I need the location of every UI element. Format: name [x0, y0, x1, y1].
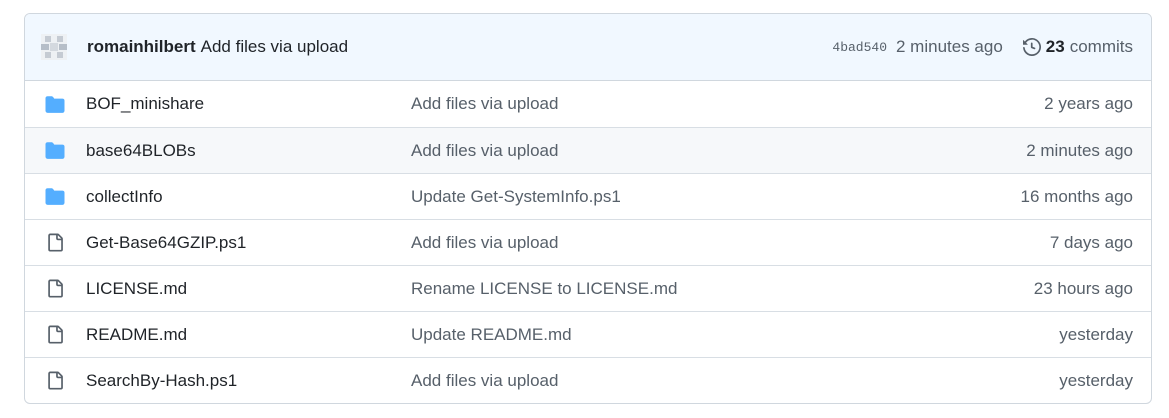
file-commit-time: yesterday [1059, 324, 1133, 344]
file-commit-time: 7 days ago [1049, 232, 1133, 252]
file-commit-time: 23 hours ago [1033, 278, 1133, 298]
latest-commit-message[interactable]: Add files via upload [201, 37, 348, 57]
commit-age: 2 minutes ago [896, 37, 1003, 56]
file-icon [44, 233, 66, 252]
commit-sha-link[interactable]: 4bad540 [832, 40, 887, 55]
file-name-link[interactable]: Get-Base64GZIP.ps1 [86, 233, 411, 253]
file-icon [44, 279, 66, 298]
latest-commit-bar: romainhilbert Add files via upload 4bad5… [25, 14, 1151, 81]
file-commit-time: 2 minutes ago [1026, 140, 1133, 160]
file-name-link[interactable]: README.md [86, 325, 411, 345]
file-row[interactable]: Get-Base64GZIP.ps1 Add files via upload 7 … [25, 219, 1151, 265]
file-commit-time: yesterday [1059, 370, 1133, 390]
file-row[interactable]: SearchBy-Hash.ps1 Add files via upload yes… [25, 357, 1151, 403]
commits-label: commits [1069, 37, 1133, 56]
file-commit-message-link[interactable]: Rename LICENSE to LICENSE.md [411, 279, 1034, 299]
file-commit-message-link[interactable]: Update README.md [411, 325, 1059, 345]
folder-icon [44, 187, 66, 206]
commits-count: 23 [1045, 37, 1065, 56]
file-name-link[interactable]: SearchBy-Hash.ps1 [86, 371, 411, 391]
file-name-link[interactable]: base64BLOBs [86, 141, 411, 161]
file-row[interactable]: base64BLOBs Add files via upload 2 minutes… [25, 127, 1151, 173]
file-commit-message-link[interactable]: Add files via upload [411, 371, 1059, 391]
file-row[interactable]: LICENSE.md Rename LICENSE to LICENSE.md 23… [25, 265, 1151, 311]
file-commit-time: 16 months ago [1020, 186, 1133, 206]
history-icon [1022, 38, 1041, 56]
avatar[interactable] [41, 34, 67, 60]
folder-icon [44, 141, 66, 160]
file-commit-message-link[interactable]: Add files via upload [411, 233, 1050, 253]
file-commit-message-link[interactable]: Add files via upload [411, 141, 1026, 161]
file-list: BOF_minishare Add files via upload 2 years… [25, 81, 1151, 403]
file-row[interactable]: README.md Update README.md yesterday [25, 311, 1151, 357]
file-name-link[interactable]: LICENSE.md [86, 279, 411, 299]
folder-icon [44, 95, 66, 114]
commit-author-link[interactable]: romainhilbert [87, 37, 196, 57]
file-commit-message-link[interactable]: Add files via upload [411, 94, 1044, 114]
file-row[interactable]: collectInfo Update Get-SystemInfo.ps1 16 m… [25, 173, 1151, 219]
file-icon [44, 371, 66, 390]
file-icon [44, 325, 66, 344]
file-browser: romainhilbert Add files via upload 4bad5… [24, 13, 1152, 404]
commits-history-link[interactable]: 23 commits [1022, 37, 1133, 57]
file-row[interactable]: BOF_minishare Add files via upload 2 years… [25, 81, 1151, 127]
file-name-link[interactable]: collectInfo [86, 187, 411, 207]
file-commit-message-link[interactable]: Update Get-SystemInfo.ps1 [411, 187, 1021, 207]
file-name-link[interactable]: BOF_minishare [86, 94, 411, 114]
file-commit-time: 2 years ago [1044, 94, 1133, 113]
